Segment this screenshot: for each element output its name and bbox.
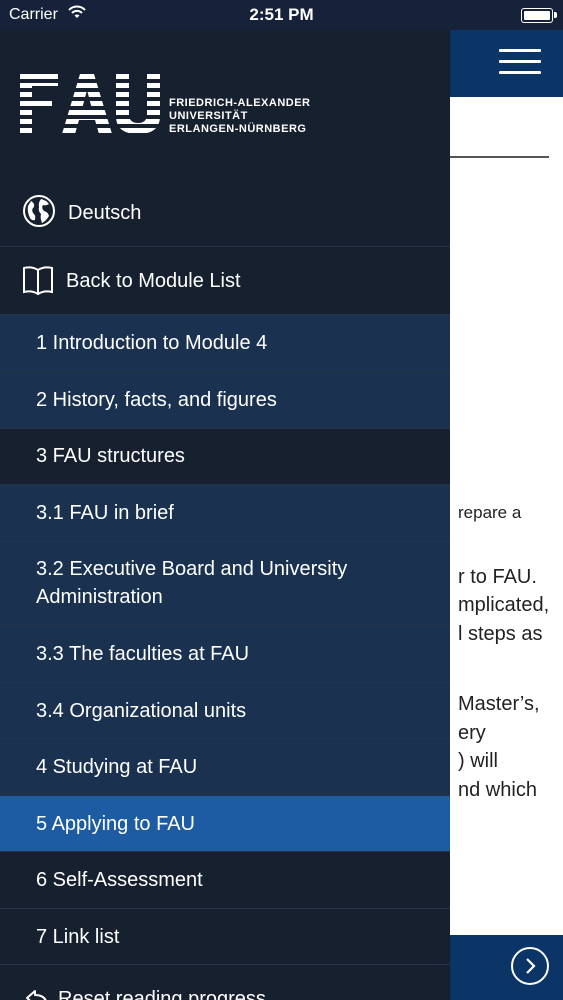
status-bar: Carrier 2:51 PM (0, 0, 563, 30)
chapter-item[interactable]: 3 FAU structures (0, 429, 450, 485)
chapter-label: 3.3 The faculties at FAU (36, 643, 250, 665)
chapter-item[interactable]: 3.2 Executive Board and University Admin… (0, 542, 450, 626)
content-divider (450, 156, 549, 158)
reset-arrow-icon (24, 986, 50, 1000)
chapter-item[interactable]: 6 Self-Assessment (0, 852, 450, 909)
chapter-label: 4 Studying at FAU (36, 756, 198, 778)
chapter-item[interactable]: 3.3 The faculties at FAU (0, 626, 450, 683)
chapter-item-active[interactable]: 5 Applying to FAU (0, 796, 450, 852)
chapter-label: 3.1 FAU in brief (36, 502, 174, 524)
logo-line: UNIVERSITÄT (169, 110, 248, 122)
book-icon (22, 264, 54, 302)
battery-icon (521, 8, 557, 23)
side-menu-drawer: FRIEDRICH-ALEXANDER UNIVERSITÄT ERLANGEN… (0, 30, 450, 1000)
chapter-item[interactable]: 3.1 FAU in brief (0, 485, 450, 542)
reset-reading-progress[interactable]: Reset reading progress (0, 965, 450, 1000)
back-to-module-list[interactable]: Back to Module List (0, 247, 450, 315)
fau-logo-icon (20, 74, 160, 133)
chapter-item[interactable]: 4 Studying at FAU (0, 739, 450, 796)
content-line: Master’s, (458, 693, 540, 715)
language-switch[interactable]: Deutsch (0, 180, 450, 247)
chapter-label: 3 FAU structures (36, 445, 185, 467)
language-label: Deutsch (68, 202, 142, 224)
content-line: ) will (458, 750, 498, 772)
chapter-label: 5 Applying to FAU (36, 813, 195, 835)
chapter-label: 1 Introduction to Module 4 (36, 332, 268, 354)
chapter-label: 6 Self-Assessment (36, 869, 203, 891)
content-line: repare a (458, 503, 522, 522)
chapter-item[interactable]: 2 History, facts, and figures (0, 372, 450, 429)
chapter-item[interactable]: 3.4 Organizational units (0, 683, 450, 739)
back-label: Back to Module List (66, 270, 241, 292)
content-line: nd which (458, 779, 537, 801)
content-line: r to FAU. (458, 566, 537, 588)
chapter-item[interactable]: 1 Introduction to Module 4 (0, 315, 450, 372)
status-time: 2:51 PM (249, 5, 314, 24)
university-name: FRIEDRICH-ALEXANDER UNIVERSITÄT ERLANGEN… (169, 97, 311, 136)
globe-icon (22, 194, 56, 234)
hamburger-menu-icon[interactable] (499, 49, 541, 75)
logo-line: ERLANGEN-NÜRNBERG (169, 123, 307, 135)
chapter-label: 7 Link list (36, 926, 120, 948)
content-line: ery (458, 722, 486, 744)
next-chevron-icon[interactable] (511, 947, 549, 985)
fau-logo: FRIEDRICH-ALEXANDER UNIVERSITÄT ERLANGEN… (0, 30, 450, 180)
chapter-label: 3.4 Organizational units (36, 700, 247, 722)
app-header (450, 30, 563, 97)
bottom-navigation-bar (450, 935, 563, 1000)
content-line: mplicated, (458, 594, 550, 616)
reset-label: Reset reading progress (58, 988, 266, 1000)
logo-line: FRIEDRICH-ALEXANDER (169, 97, 311, 109)
chapter-item[interactable]: 7 Link list (0, 909, 450, 965)
chapter-label: 3.2 Executive Board and University Admin… (36, 558, 348, 608)
content-line: l steps as (458, 623, 543, 645)
chapter-label: 2 History, facts, and figures (36, 389, 277, 411)
